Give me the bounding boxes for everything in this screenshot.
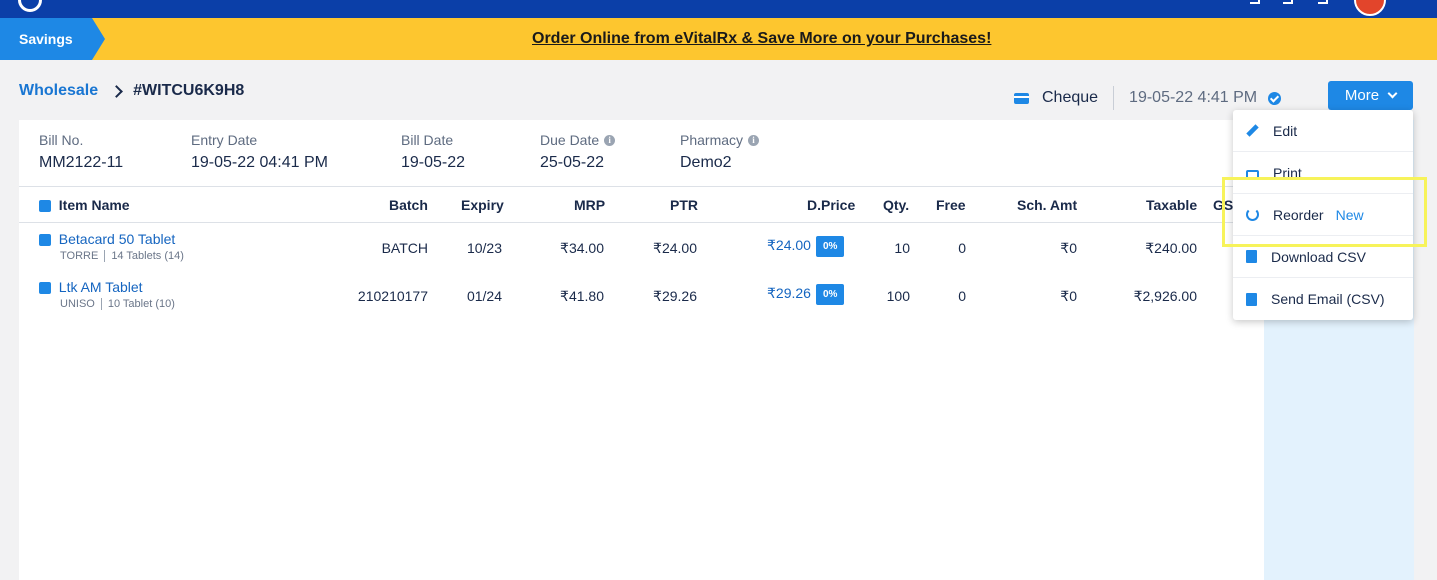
divider — [100, 298, 102, 310]
bill-detail-panel — [19, 120, 1414, 580]
cell-qty: 100 — [886, 288, 910, 304]
cart-icon[interactable] — [1318, 0, 1328, 4]
info-bill-date: Bill Date 19-05-22 — [401, 132, 465, 172]
info-due-date: Due Date i 25-05-22 — [540, 132, 616, 172]
item-name-link[interactable]: Betacard 50 Tablet — [59, 231, 176, 247]
promo-link[interactable]: Order Online from eVitalRx & Save More o… — [532, 30, 991, 48]
payment-mode: Cheque — [1042, 89, 1099, 106]
verified-check-icon — [1268, 91, 1282, 105]
header-qty: Qty. — [883, 197, 910, 213]
item-cell: Betacard 50 Tablet TORRE 14 Tablets (14) — [39, 231, 184, 262]
info-label: Bill Date — [401, 132, 454, 148]
user-avatar[interactable] — [1354, 0, 1386, 16]
reorder-highlight-box — [1222, 177, 1427, 247]
cell-taxable: ₹240.00 — [1145, 240, 1197, 256]
item-sub: UNISO 10 Tablet (10) — [60, 298, 175, 310]
divider — [19, 186, 1264, 187]
cell-mrp: ₹34.00 — [560, 240, 604, 256]
select-all-checkbox[interactable] — [39, 200, 51, 213]
promo-banner: Savings Order Online from eVitalRx & Sav… — [0, 18, 1437, 60]
info-label: Bill No. — [39, 132, 84, 148]
row-checkbox[interactable] — [39, 234, 51, 247]
cell-sch-amt: ₹0 — [1060, 240, 1077, 256]
info-value: 19-05-22 04:41 PM — [191, 154, 328, 171]
card-icon — [1014, 92, 1029, 104]
info-icon[interactable]: i — [604, 134, 616, 146]
csv-file-icon — [1246, 250, 1257, 263]
header-expiry: Expiry — [461, 197, 504, 213]
chevron-down-icon — [1387, 88, 1398, 99]
app-logo[interactable] — [18, 0, 42, 12]
csv-file-icon — [1246, 292, 1257, 306]
chevron-right-icon — [110, 84, 124, 98]
header-dprice: D.Price — [807, 197, 856, 213]
cell-sch-amt: ₹0 — [1060, 288, 1077, 304]
menu-item-send-email-csv[interactable]: Send Email (CSV) — [1233, 278, 1413, 320]
cell-taxable: ₹2,926.00 — [1133, 288, 1197, 304]
info-icon[interactable]: i — [748, 134, 760, 146]
discount-badge: 0% — [815, 236, 845, 257]
divider — [1113, 86, 1115, 110]
divider — [19, 222, 1264, 223]
menu-item-edit[interactable]: Edit — [1233, 110, 1413, 152]
item-company: UNISO — [60, 298, 95, 310]
item-company: TORRE — [60, 250, 99, 262]
header-batch: Batch — [389, 197, 428, 213]
info-label: Entry Date — [191, 132, 258, 148]
info-value: 25-05-22 — [540, 154, 605, 171]
item-pack: 14 Tablets (14) — [111, 250, 184, 262]
divider — [104, 250, 106, 262]
breadcrumb-wholesale-link[interactable]: Wholesale — [19, 82, 98, 100]
row-checkbox[interactable] — [39, 282, 51, 295]
info-label: Due Date — [540, 132, 600, 148]
chevron-down-icon[interactable] — [1283, 0, 1293, 4]
cell-free: 0 — [958, 288, 966, 304]
info-value: MM2122-11 — [39, 154, 124, 171]
item-sub: TORRE 14 Tablets (14) — [60, 250, 184, 262]
cell-expiry: 01/24 — [466, 288, 502, 304]
item-cell: Ltk AM Tablet UNISO 10 Tablet (10) — [39, 279, 175, 310]
cell-free: 0 — [958, 240, 966, 256]
header-taxable: Taxable — [1146, 197, 1198, 213]
more-button[interactable]: More — [1328, 81, 1413, 110]
payment-info: Cheque 19-05-22 4:41 PM — [1014, 86, 1282, 110]
item-name-link[interactable]: Ltk AM Tablet — [59, 279, 143, 295]
cell-qty: 10 — [894, 240, 910, 256]
more-button-label: More — [1344, 87, 1380, 104]
menu-item-label: Download CSV — [1271, 248, 1366, 265]
header-item-name[interactable]: Item Name — [39, 197, 130, 213]
cell-batch: 210210177 — [357, 288, 428, 304]
header-label: Item Name — [58, 197, 130, 213]
top-nav-bar — [0, 0, 1437, 18]
cell-ptr: ₹24.00 — [653, 240, 697, 256]
dprice-value: ₹24.00 — [767, 237, 811, 254]
dprice-value: ₹29.26 — [767, 285, 811, 302]
item-pack: 10 Tablet (10) — [107, 298, 175, 310]
cell-ptr: ₹29.26 — [653, 288, 697, 304]
breadcrumb: Wholesale #WITCU6K9H8 — [19, 82, 244, 100]
pencil-icon — [1246, 124, 1259, 137]
header-mrp: MRP — [574, 197, 606, 213]
payment-datetime: 19-05-22 4:41 PM — [1129, 89, 1258, 106]
cell-dprice: ₹24.00 0% — [767, 236, 845, 257]
menu-item-label: Send Email (CSV) — [1271, 291, 1385, 307]
menu-item-label: Edit — [1273, 122, 1298, 139]
header-free: Free — [936, 197, 966, 213]
cell-expiry: 10/23 — [466, 240, 502, 256]
cell-batch: BATCH — [381, 240, 428, 256]
info-pharmacy: Pharmacy i Demo2 — [680, 132, 760, 172]
cell-mrp: ₹41.80 — [560, 288, 604, 304]
info-value: 19-05-22 — [401, 154, 466, 171]
bill-id: #WITCU6K9H8 — [133, 82, 245, 99]
info-value: Demo2 — [680, 154, 732, 171]
search-icon[interactable] — [1250, 0, 1260, 4]
cell-dprice: ₹29.26 0% — [767, 284, 845, 305]
info-entry-date: Entry Date 19-05-22 04:41 PM — [191, 132, 328, 172]
header-ptr: PTR — [670, 197, 698, 213]
savings-badge: Savings — [0, 18, 105, 60]
info-label: Pharmacy — [680, 132, 744, 148]
info-bill-no: Bill No. MM2122-11 — [39, 132, 123, 172]
header-sch-amt: Sch. Amt — [1017, 197, 1078, 213]
discount-badge: 0% — [815, 284, 845, 305]
